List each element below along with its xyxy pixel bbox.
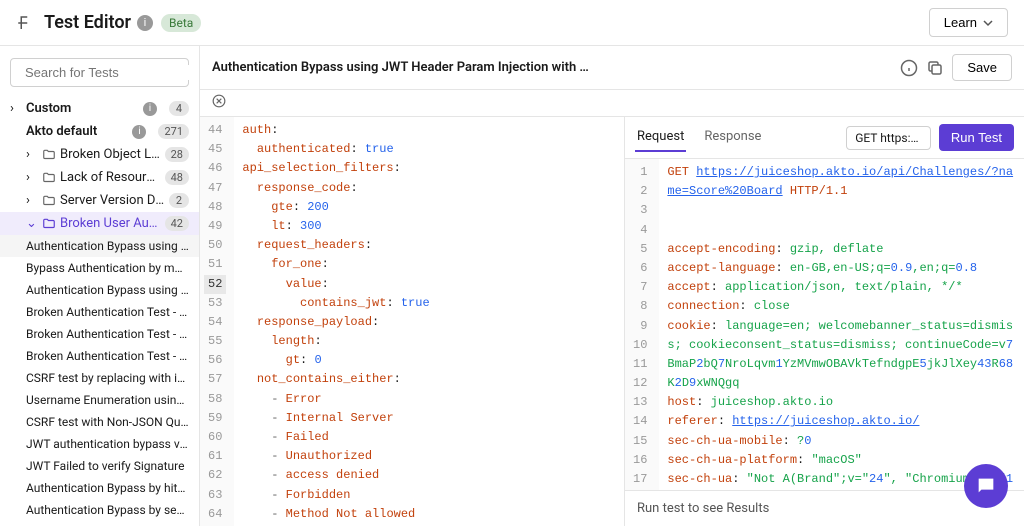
tab-response[interactable]: Response — [702, 123, 763, 152]
test-item[interactable]: Bypass Authentication by modifyi… — [0, 257, 199, 279]
yaml-editor[interactable]: 4445464748495051525354555657585960616263… — [200, 117, 624, 526]
results-placeholder: Run test to see Results — [625, 490, 1024, 526]
close-icon[interactable] — [212, 94, 226, 108]
info-icon[interactable] — [900, 59, 918, 77]
run-test-button[interactable]: Run Test — [939, 124, 1014, 151]
test-item[interactable]: JWT authentication bypass via jk… — [0, 433, 199, 455]
test-item[interactable]: CSRF test by replacing with invali… — [0, 367, 199, 389]
tab-request[interactable]: Request — [635, 123, 686, 152]
folder-icon — [42, 217, 56, 231]
test-item[interactable]: Username Enumeration using Re… — [0, 389, 199, 411]
folder-item[interactable]: ›Broken Object Level Au…28 — [0, 143, 199, 166]
folder-item[interactable]: ›Lack of Resources & R…48 — [0, 166, 199, 189]
test-item[interactable]: Authentication Bypass using J… — [0, 235, 199, 257]
test-item[interactable]: Authentication Bypass by hitting … — [0, 477, 199, 499]
tree-custom[interactable]: › Custom i 4 — [0, 97, 199, 120]
learn-button[interactable]: Learn — [929, 8, 1008, 37]
back-icon[interactable] — [16, 14, 34, 32]
request-editor[interactable]: 12345678910111213141516171819 GET https:… — [625, 159, 1024, 490]
test-item[interactable]: Broken Authentication Test - User… — [0, 323, 199, 345]
chat-button[interactable] — [964, 464, 1008, 508]
folder-icon — [42, 148, 56, 162]
test-title: Authentication Bypass using JWT Header P… — [212, 60, 892, 75]
test-item[interactable]: CSRF test with Non-JSON Querie… — [0, 411, 199, 433]
page-title: Test Editor — [44, 12, 131, 33]
info-icon: i — [143, 102, 157, 116]
info-icon[interactable]: i — [137, 15, 153, 31]
chat-icon — [975, 475, 997, 497]
sidebar: › Custom i 4 Akto default i 271 ›Broken … — [0, 46, 200, 526]
beta-badge: Beta — [161, 14, 201, 32]
info-icon: i — [132, 125, 146, 139]
search-input[interactable] — [25, 65, 200, 80]
folder-item[interactable]: ⌄Broken User Authentic…42 — [0, 212, 199, 235]
save-button[interactable]: Save — [952, 54, 1012, 81]
chevron-down-icon — [983, 18, 993, 28]
copy-icon[interactable] — [926, 59, 944, 77]
learn-label: Learn — [944, 15, 977, 30]
url-selector[interactable]: GET https://juiceshop.akto.io… — [846, 126, 931, 150]
folder-icon — [42, 194, 56, 208]
test-item[interactable]: Broken Authentication Test - User… — [0, 301, 199, 323]
test-item[interactable]: Broken Authentication Test - User… — [0, 345, 199, 367]
tree-akto[interactable]: Akto default i 271 — [0, 120, 199, 143]
test-item[interactable]: Authentication Bypass using JWT… — [0, 279, 199, 301]
test-item[interactable]: JWT Failed to verify Signature — [0, 455, 199, 477]
test-item[interactable]: Authentication Bypass by sendin… — [0, 499, 199, 521]
folder-item[interactable]: ›Server Version Disclosur…2 — [0, 189, 199, 212]
folder-icon — [42, 171, 56, 185]
search-input-wrapper[interactable] — [10, 58, 189, 87]
